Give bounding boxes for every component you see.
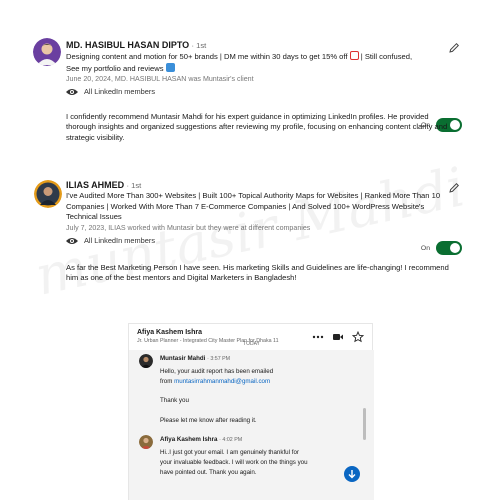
arrow-down-icon (348, 470, 356, 479)
message-line: Hi..I just got your email. I am genuinel… (160, 449, 299, 456)
visibility-setting[interactable]: All LinkedIn members (66, 87, 456, 97)
scroll-down-button[interactable] (344, 466, 360, 482)
connection-degree: · 1st (126, 181, 142, 190)
message-header: Muntasir Mahdi · 3:57 PM (160, 355, 230, 362)
avatar[interactable] (139, 354, 153, 368)
message-body: Hi..I just got your email. I am genuinel… (160, 448, 360, 477)
pencil-icon[interactable] (448, 42, 460, 54)
headline-text: Designing content and motion for 50+ bra… (66, 52, 348, 62)
recommender-name[interactable]: MD. HASIBUL HASAN DIPTO (66, 40, 189, 50)
recommender-headline: I've Audited More Than 300+ Websites | B… (66, 191, 441, 222)
visibility-label: All LinkedIn members (84, 87, 156, 97)
headline-text-tail: | Still confused, (360, 52, 413, 62)
recommendation-header: ILIAS AHMED · 1st I've Audited More Than… (66, 180, 456, 246)
recommender-headline: Designing content and motion for 50+ bra… (66, 51, 456, 74)
visibility-toggle[interactable] (436, 241, 462, 255)
recommender-name[interactable]: ILIAS AHMED (66, 180, 124, 190)
message-line: Hello, your audit report has been emaile… (160, 368, 274, 375)
arrow-down-box-emoji-icon (165, 62, 175, 72)
scrollbar[interactable] (363, 408, 366, 440)
toggle-label: On (420, 244, 430, 252)
message-line-prefix: from (160, 377, 175, 385)
message-body: Hello, your audit report has been emaile… (160, 367, 360, 426)
gift-emoji-icon (349, 51, 359, 61)
message-line: have pointed out. Thank you again. (160, 468, 257, 476)
message-sender[interactable]: Muntasir Mahdi (160, 355, 205, 362)
visibility-setting[interactable]: All LinkedIn members (66, 236, 456, 246)
recommendation-meta: June 20, 2024, MD. HASIBUL HASAN was Mun… (66, 75, 254, 84)
eye-icon (66, 89, 78, 96)
headline-text-line2: See my portfolio and reviews (66, 63, 164, 73)
visibility-toggle-group: On (421, 241, 462, 255)
visibility-label: All LinkedIn members (84, 235, 156, 245)
message-line: from muntasirrahmanmahdi@gmail.com (160, 377, 360, 387)
recommendation-text: I confidently recommend Muntasir Mahdi f… (66, 112, 448, 142)
eye-icon (66, 237, 78, 244)
avatar[interactable] (34, 180, 62, 208)
message-sender[interactable]: Afiya Kashem Ishra (160, 436, 217, 443)
email-link[interactable]: muntasirrahmanmahdi@gmail.com (174, 378, 270, 385)
message-line: Please let me know after reading it. (160, 416, 257, 424)
recommendation-meta: July 7, 2023, ILIAS worked with Muntasir… (66, 223, 311, 232)
message-line: your invaluable feedback. I will work on… (160, 458, 308, 466)
message-line: Thank you (160, 397, 189, 405)
pencil-icon[interactable] (448, 182, 460, 194)
recommendation-text: As far the Best Marketing Person I have … (66, 263, 449, 283)
message-time: · 4:02 PM (219, 437, 243, 443)
chat-panel: Afiya Kashem Ishra Jr. Urban Planner - I… (128, 323, 374, 500)
message-header: Afiya Kashem Ishra · 4:02 PM (160, 436, 242, 443)
avatar[interactable] (139, 435, 153, 449)
message-time: · 3:57 PM (207, 356, 231, 362)
message-list[interactable]: Muntasir Mahdi · 3:57 PM Hello, your aud… (129, 350, 374, 500)
avatar[interactable] (33, 38, 61, 66)
recommendation-header: MD. HASIBUL HASAN DIPTO · 1st Designing … (66, 40, 456, 98)
connection-degree: · 1st (191, 41, 207, 50)
day-divider: TODAY (243, 341, 260, 347)
